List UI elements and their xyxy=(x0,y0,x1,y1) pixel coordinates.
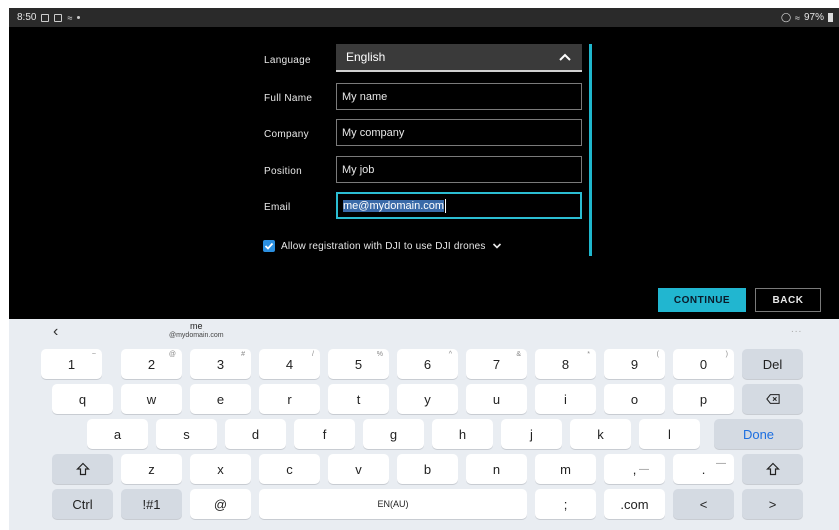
on-screen-keyboard: ‹ me @mydomain.com ... 1 ~ 2 @ 3 # 4/ 5% 6 ^… xyxy=(9,319,839,530)
continue-button[interactable]: CONTINUE xyxy=(658,288,746,312)
key-h[interactable]: h xyxy=(432,419,493,449)
language-select[interactable]: English xyxy=(336,44,582,72)
shift-left-key[interactable] xyxy=(52,454,113,484)
key-g[interactable]: g xyxy=(363,419,424,449)
key-f[interactable]: f xyxy=(294,419,355,449)
key-u[interactable]: u xyxy=(466,384,527,414)
suggestion-item[interactable]: me @mydomain.com xyxy=(169,322,224,340)
key-q[interactable]: q xyxy=(52,384,113,414)
key-period[interactable]: . — xyxy=(673,454,734,484)
status-bar: 8:50 ≈ ◯ ≈ 97% xyxy=(9,8,839,27)
key-3[interactable]: 3 # xyxy=(190,349,251,379)
allow-registration-row[interactable]: Allow registration with DJI to use DJI d… xyxy=(263,240,502,252)
key-8[interactable]: 8 * xyxy=(535,349,596,379)
company-field[interactable]: My company xyxy=(336,119,582,146)
key-e[interactable]: e xyxy=(190,384,251,414)
key-a[interactable]: a xyxy=(87,419,148,449)
space-key[interactable]: EN(AU) xyxy=(259,489,527,519)
wifi-icon: ≈ xyxy=(67,12,73,23)
key-at[interactable]: @ xyxy=(190,489,251,519)
collapse-suggestions-icon[interactable]: ‹ xyxy=(53,323,58,341)
more-options-icon[interactable]: ... xyxy=(791,324,802,335)
key-y[interactable]: y xyxy=(397,384,458,414)
key-comma[interactable]: , — xyxy=(604,454,665,484)
key-p[interactable]: p xyxy=(673,384,734,414)
allow-registration-label: Allow registration with DJI to use DJI d… xyxy=(281,240,486,252)
scroll-indicator[interactable] xyxy=(589,44,592,256)
key-4[interactable]: 4/ xyxy=(259,349,320,379)
language-value: English xyxy=(346,50,386,64)
suggestion-bar: ‹ me @mydomain.com ... xyxy=(9,319,839,345)
chevron-up-icon xyxy=(559,53,571,61)
ctrl-key[interactable]: Ctrl xyxy=(52,489,113,519)
key-7[interactable]: 7 & xyxy=(466,349,527,379)
key-2[interactable]: 2 @ xyxy=(121,349,182,379)
key-t[interactable]: t xyxy=(328,384,389,414)
key-j[interactable]: j xyxy=(501,419,562,449)
key-6[interactable]: 6 ^ xyxy=(397,349,458,379)
gallery-icon xyxy=(54,13,63,22)
dotcom-key[interactable]: .com xyxy=(604,489,665,519)
key-n[interactable]: n xyxy=(466,454,527,484)
key-9[interactable]: 9( xyxy=(604,349,665,379)
shift-icon xyxy=(765,462,780,476)
key-z[interactable]: z xyxy=(121,454,182,484)
email-field[interactable]: me@mydomain.com xyxy=(336,192,582,219)
allow-registration-checkbox[interactable] xyxy=(263,240,275,252)
shift-right-key[interactable] xyxy=(742,454,803,484)
position-field[interactable]: My job xyxy=(336,156,582,183)
chevron-down-icon[interactable] xyxy=(492,241,502,251)
full-name-label: Full Name xyxy=(264,93,313,104)
key-r[interactable]: r xyxy=(259,384,320,414)
alarm-icon: ◯ xyxy=(780,12,792,22)
shift-icon xyxy=(75,462,90,476)
key-1[interactable]: 1 ~ xyxy=(41,349,102,379)
symbols-key[interactable]: !#1 xyxy=(121,489,182,519)
full-name-value: My name xyxy=(342,90,388,103)
key-i[interactable]: i xyxy=(535,384,596,414)
key-s[interactable]: s xyxy=(156,419,217,449)
email-label: Email xyxy=(264,202,291,213)
key-w[interactable]: w xyxy=(121,384,182,414)
checkmark-icon xyxy=(264,242,274,250)
screen: 8:50 ≈ ◯ ≈ 97% Language English Full Nam… xyxy=(9,8,839,530)
battery-icon xyxy=(828,13,833,22)
key-semicolon[interactable]: ; xyxy=(535,489,596,519)
key-o[interactable]: o xyxy=(604,384,665,414)
email-value: me@mydomain.com xyxy=(343,199,445,212)
back-button[interactable]: BACK xyxy=(755,288,821,312)
done-key[interactable]: Done xyxy=(714,419,803,449)
key-x[interactable]: x xyxy=(190,454,251,484)
notification-dot-icon xyxy=(77,16,81,19)
status-time: 8:50 xyxy=(17,12,37,23)
key-0[interactable]: 0) xyxy=(673,349,734,379)
backspace-key[interactable] xyxy=(742,384,803,414)
position-label: Position xyxy=(264,166,302,177)
key-m[interactable]: m xyxy=(535,454,596,484)
key-l[interactable]: l xyxy=(639,419,700,449)
backspace-icon xyxy=(765,394,780,404)
wifi-signal-icon: ≈ xyxy=(795,12,800,23)
full-name-field[interactable]: My name xyxy=(336,83,582,110)
key-d[interactable]: d xyxy=(225,419,286,449)
key-b[interactable]: b xyxy=(397,454,458,484)
position-value: My job xyxy=(342,163,375,176)
battery-level: 97% xyxy=(803,12,824,23)
company-value: My company xyxy=(342,126,405,139)
delete-key[interactable]: Del xyxy=(742,349,803,379)
text-caret xyxy=(445,198,447,213)
left-arrow-key[interactable]: < xyxy=(673,489,734,519)
key-c[interactable]: c xyxy=(259,454,320,484)
key-k[interactable]: k xyxy=(570,419,631,449)
right-arrow-key[interactable]: > xyxy=(742,489,803,519)
company-label: Company xyxy=(264,129,309,140)
key-v[interactable]: v xyxy=(328,454,389,484)
screenshot-icon xyxy=(41,13,50,22)
language-label: Language xyxy=(264,55,311,66)
key-5[interactable]: 5% xyxy=(328,349,389,379)
